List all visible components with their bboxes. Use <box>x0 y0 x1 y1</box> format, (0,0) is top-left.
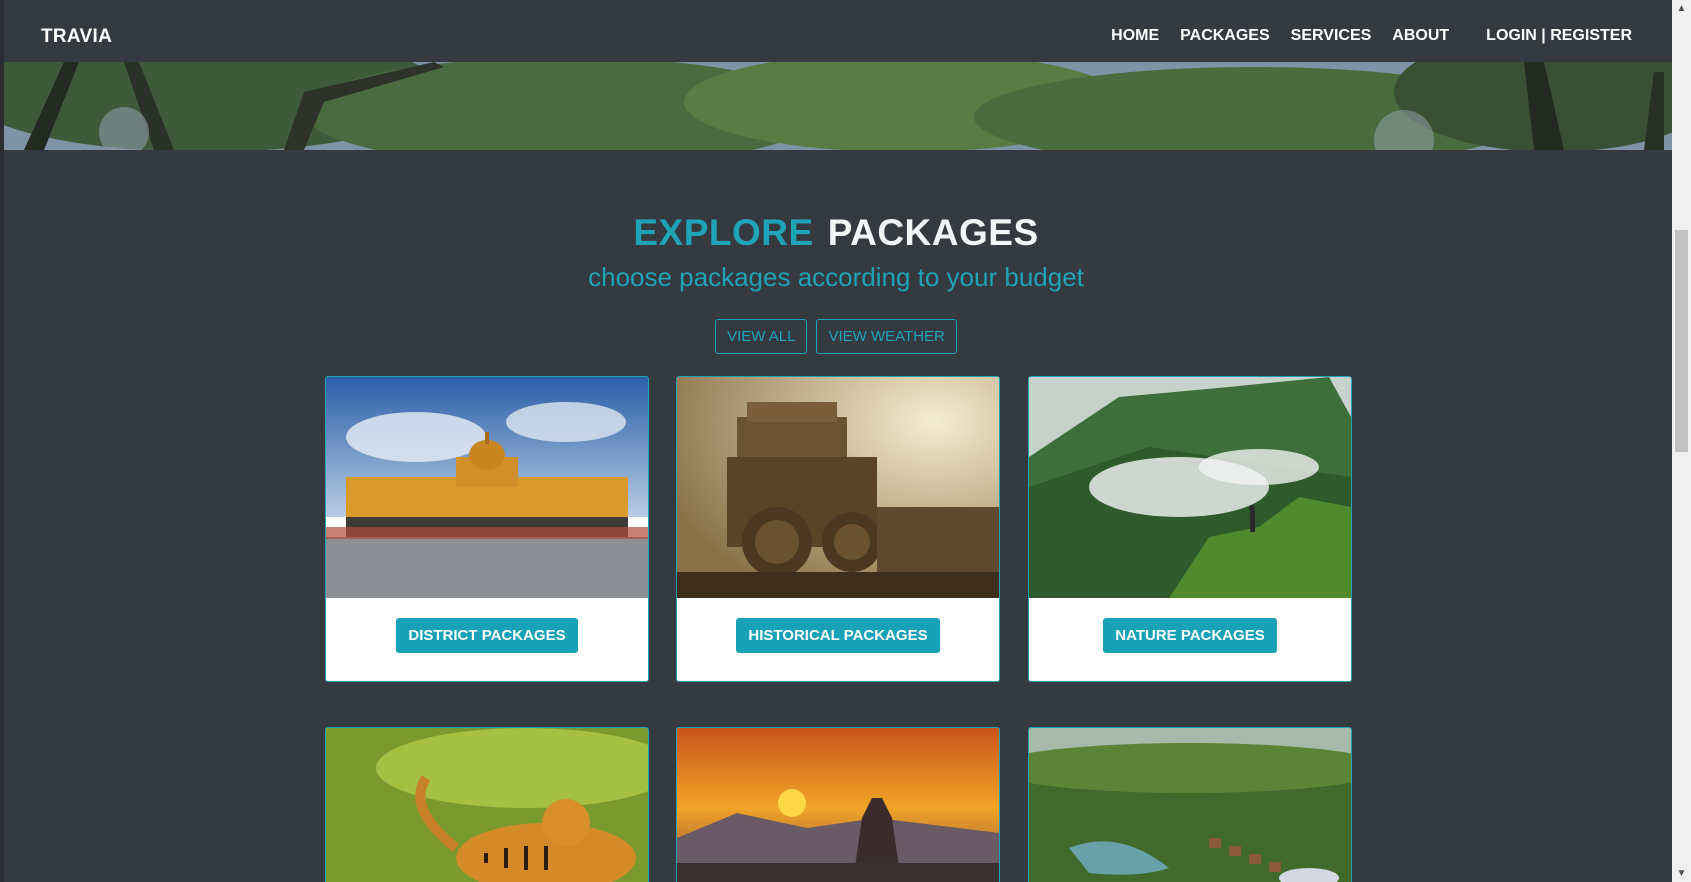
nav-about[interactable]: ABOUT <box>1392 27 1449 45</box>
card-temples <box>676 727 1000 882</box>
nav-home[interactable]: HOME <box>1111 27 1159 45</box>
page-scrollbar[interactable]: ▲ ▼ <box>1672 0 1691 882</box>
nav-packages[interactable]: PACKAGES <box>1180 27 1270 45</box>
nature-packages-button[interactable]: NATURE PACKAGES <box>1103 618 1277 653</box>
nav-links: HOME PACKAGES SERVICES ABOUT LOGIN | REG… <box>1090 27 1632 45</box>
card-nature: NATURE PACKAGES <box>1028 376 1352 682</box>
tiger-image[interactable] <box>326 728 648 882</box>
card-body: DISTRICT PACKAGES <box>326 598 648 681</box>
palace-image[interactable] <box>326 377 648 598</box>
card-wildlife <box>325 727 649 882</box>
card-historical: HISTORICAL PACKAGES <box>676 376 1000 682</box>
title-packages: PACKAGES <box>827 212 1039 253</box>
historical-packages-button[interactable]: HISTORICAL PACKAGES <box>736 618 940 653</box>
section-actions: VIEW ALL VIEW WEATHER <box>0 319 1672 354</box>
nav-login-register[interactable]: LOGIN | REGISTER <box>1486 27 1632 45</box>
jungle-resort-image[interactable] <box>1029 728 1351 882</box>
card-body: HISTORICAL PACKAGES <box>677 598 999 681</box>
view-all-button[interactable]: VIEW ALL <box>715 319 808 354</box>
section-title: EXPLORE PACKAGES <box>0 212 1672 254</box>
hero-banner-image <box>4 62 1672 150</box>
card-district: DISTRICT PACKAGES <box>325 376 649 682</box>
card-resorts <box>1028 727 1352 882</box>
scroll-down-icon[interactable]: ▼ <box>1672 865 1691 882</box>
misty-mountain-image[interactable] <box>1029 377 1351 598</box>
navbar: TRAVIA HOME PACKAGES SERVICES ABOUT LOGI… <box>4 0 1672 63</box>
scroll-thumb[interactable] <box>1675 230 1688 452</box>
scroll-up-icon[interactable]: ▲ <box>1672 0 1691 17</box>
section-subtitle: choose packages according to your budget <box>588 262 1084 292</box>
title-explore: EXPLORE <box>633 212 814 253</box>
district-packages-button[interactable]: DISTRICT PACKAGES <box>396 618 578 653</box>
nav-services[interactable]: SERVICES <box>1291 27 1372 45</box>
view-weather-button[interactable]: VIEW WEATHER <box>816 319 957 354</box>
page: TRAVIA HOME PACKAGES SERVICES ABOUT LOGI… <box>0 0 1691 882</box>
sunset-temple-image[interactable] <box>677 728 999 882</box>
stone-chariot-image[interactable] <box>677 377 999 598</box>
brand-logo[interactable]: TRAVIA <box>41 26 112 48</box>
card-body: NATURE PACKAGES <box>1029 598 1351 681</box>
